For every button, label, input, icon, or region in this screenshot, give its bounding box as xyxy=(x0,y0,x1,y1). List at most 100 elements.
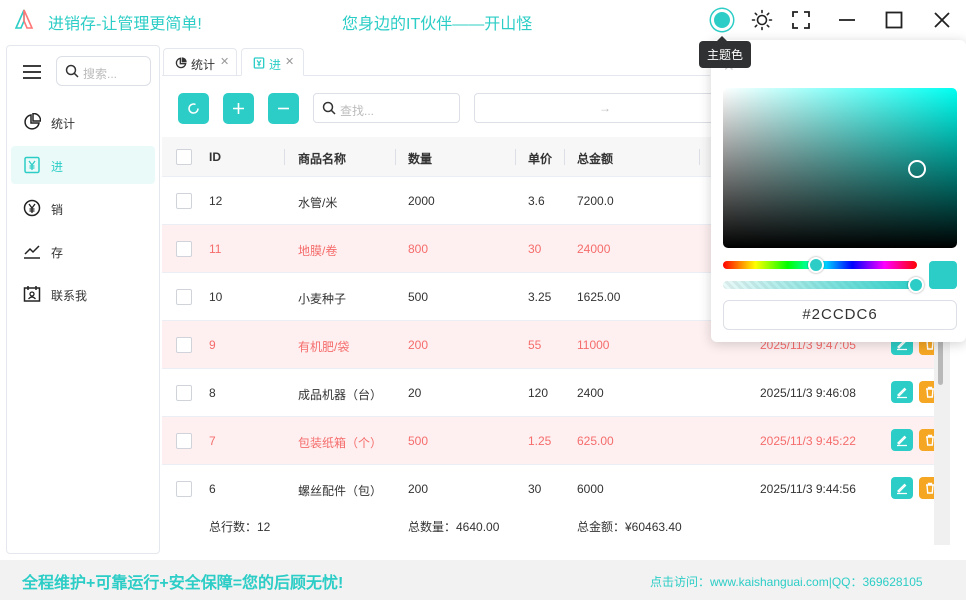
maximize-icon[interactable] xyxy=(882,8,906,32)
cell-name: 小麦种子 xyxy=(298,292,347,306)
add-button[interactable] xyxy=(223,93,254,124)
cell-time: 2025/11/3 9:46:08 xyxy=(760,386,856,400)
row-checkbox[interactable] xyxy=(176,241,192,257)
summary-total-qty: 总数量：4640.00 xyxy=(408,520,500,534)
sun-icon[interactable] xyxy=(750,8,774,32)
alpha-slider[interactable] xyxy=(723,281,917,289)
cell-id: 11 xyxy=(209,242,222,256)
date-range-picker[interactable]: → xyxy=(474,93,724,123)
remove-button[interactable] xyxy=(268,93,299,124)
cell-id: 9 xyxy=(209,338,216,352)
edit-icon xyxy=(897,387,907,399)
contact-card-icon xyxy=(23,286,41,302)
tab-close-icon[interactable]: ✕ xyxy=(285,55,294,68)
cell-id: 12 xyxy=(209,194,223,208)
cell-price: 30 xyxy=(528,482,542,496)
cell-qty: 200 xyxy=(408,338,429,352)
cell-total: 11000 xyxy=(577,338,610,352)
saturation-handle[interactable] xyxy=(908,160,926,178)
column-divider xyxy=(284,149,285,165)
column-header-id[interactable]: ID xyxy=(209,150,221,164)
cell-total: 2400 xyxy=(577,386,604,400)
cell-total: 24000 xyxy=(577,242,611,256)
plus-icon xyxy=(233,103,244,114)
sidebar-item-label: 统计 xyxy=(51,117,76,131)
table-row[interactable]: 7 包装纸箱（个） 500 1.25 625.00 2025/11/3 9:45:22 xyxy=(162,417,941,465)
date-range-separator: → xyxy=(599,101,611,115)
row-checkbox[interactable] xyxy=(176,337,192,353)
cell-name: 水管/米 xyxy=(298,196,338,210)
color-preview-swatch xyxy=(929,261,957,289)
bottom-slogan: 全程维护+可靠运行+安全保障=您的后顾无忧! xyxy=(22,575,344,592)
column-header-price[interactable]: 单价 xyxy=(528,150,552,167)
cell-qty: 500 xyxy=(408,434,429,448)
app-logo-icon xyxy=(14,9,34,29)
hue-handle[interactable] xyxy=(808,257,824,273)
cell-total: 1625.00 xyxy=(577,290,621,304)
close-icon[interactable] xyxy=(930,8,954,32)
minus-icon xyxy=(278,107,289,110)
cell-name: 成品机器（台） xyxy=(298,388,383,402)
column-header-qty[interactable]: 数量 xyxy=(408,150,432,167)
search-icon xyxy=(322,101,336,115)
row-checkbox[interactable] xyxy=(176,385,192,401)
cell-name: 包装纸箱（个） xyxy=(298,436,383,450)
tab-label: 统计 xyxy=(191,58,216,72)
saturation-value-panel[interactable] xyxy=(723,88,957,248)
tab-stats[interactable]: 统计 ✕ xyxy=(163,48,237,76)
column-divider xyxy=(564,149,565,165)
row-checkbox[interactable] xyxy=(176,433,192,449)
tab-close-icon[interactable]: ✕ xyxy=(220,55,229,68)
alpha-handle[interactable] xyxy=(908,277,924,293)
contact-link[interactable]: 点击访问：www.kaishanguai.com|QQ：369628105 xyxy=(650,573,923,590)
row-checkbox[interactable] xyxy=(176,481,192,497)
app-slogan: 您身边的IT伙伴——开山怪 xyxy=(342,16,533,33)
minimize-icon[interactable] xyxy=(835,8,859,32)
row-checkbox[interactable] xyxy=(176,193,192,209)
cell-name: 地膜/卷 xyxy=(298,244,338,258)
edit-button[interactable] xyxy=(891,477,913,499)
table-summary: 总行数：12 总数量：4640.00 总金额：¥60463.40 xyxy=(162,505,934,545)
column-header-total[interactable]: 总金额 xyxy=(577,150,613,167)
refresh-icon xyxy=(188,103,199,114)
select-all-checkbox[interactable] xyxy=(176,149,192,165)
tab-purchase[interactable]: 进 ✕ xyxy=(241,48,304,76)
sidebar-item-purchase[interactable]: 进 xyxy=(11,146,155,184)
pie-chart-icon xyxy=(24,113,41,130)
cell-price: 120 xyxy=(528,386,549,400)
sidebar-item-label: 存 xyxy=(51,246,64,260)
refresh-button[interactable] xyxy=(178,93,209,124)
sidebar-item-stock[interactable]: 存 xyxy=(11,232,155,270)
fullscreen-icon[interactable] xyxy=(789,8,813,32)
cell-qty: 20 xyxy=(408,386,422,400)
table-row[interactable]: 8 成品机器（台） 20 120 2400 2025/11/3 9:46:08 xyxy=(162,369,941,417)
row-checkbox[interactable] xyxy=(176,289,192,305)
sidebar-search-input[interactable]: 搜索... xyxy=(56,56,151,86)
cell-qty: 2000 xyxy=(408,194,435,208)
sidebar-item-stats[interactable]: 统计 xyxy=(11,103,155,141)
theme-color-button[interactable] xyxy=(711,9,733,31)
menu-icon[interactable] xyxy=(23,65,41,79)
search-input[interactable]: 查找... xyxy=(313,93,460,123)
cell-price: 3.25 xyxy=(528,290,552,304)
cell-name: 螺丝配件（包） xyxy=(298,484,383,498)
color-picker-popover: ✕ #2CCDC6 xyxy=(711,40,966,342)
pie-chart-icon xyxy=(175,57,187,69)
sidebar-item-label: 联系我 xyxy=(51,289,88,303)
edit-button[interactable] xyxy=(891,429,913,451)
hex-color-input[interactable]: #2CCDC6 xyxy=(723,300,957,330)
sidebar-item-sales[interactable]: 销 xyxy=(11,189,155,227)
cell-id: 10 xyxy=(209,290,223,304)
bottom-bar: 全程维护+可靠运行+安全保障=您的后顾无忧! 点击访问：www.kaishang… xyxy=(0,560,966,600)
cell-id: 7 xyxy=(209,434,216,448)
search-placeholder: 查找... xyxy=(340,104,375,118)
cell-time: 2025/11/3 9:45:22 xyxy=(760,434,856,448)
sidebar-item-label: 进 xyxy=(51,160,64,174)
column-header-name[interactable]: 商品名称 xyxy=(298,150,346,167)
search-placeholder: 搜索... xyxy=(83,67,118,81)
column-divider xyxy=(699,149,700,165)
column-divider xyxy=(395,149,396,165)
edit-button[interactable] xyxy=(891,381,913,403)
sidebar-item-contact[interactable]: 联系我 xyxy=(11,275,155,313)
tab-label: 进 xyxy=(269,58,282,72)
